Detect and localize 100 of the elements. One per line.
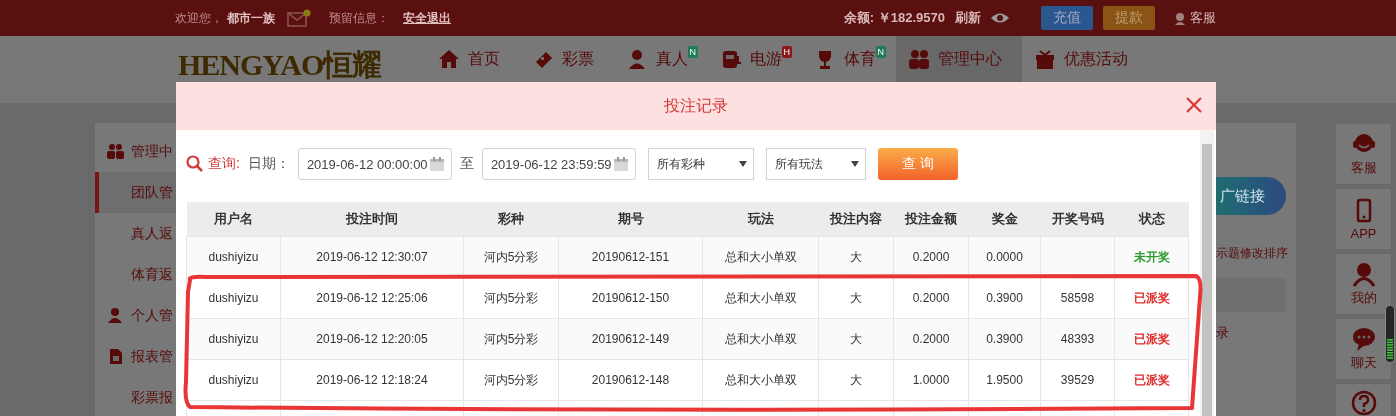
home-icon [438,48,460,70]
sidebar-header[interactable]: 个人管 [95,295,176,336]
sidebar-item[interactable]: 团队管 [95,172,176,213]
nav-item[interactable]: 优惠活动 [1022,36,1148,82]
sidebar-item[interactable]: 真人返 [95,213,176,254]
row-text: 录 [1216,324,1230,342]
column-header: 玩法 [702,202,819,237]
sidebar-header[interactable]: 管理中 [95,131,176,172]
nav-item[interactable]: 管理中心 [896,36,1022,82]
people-icon [107,143,124,160]
deposit-button[interactable]: 充值 [1041,6,1093,30]
column-header: 开奖号码 [1040,202,1115,237]
table-cell: 0.2000 [893,318,969,360]
table-cell: 20190612-151 [558,236,703,278]
logout-link[interactable]: 安全退出 [403,9,451,27]
table-cell: 2019-06-12 12:30:07 [280,236,464,278]
table-cell: 2019-06-12 12:18:24 [280,359,464,401]
people-icon [908,48,930,70]
table-cell: 总和大小单双 [702,277,819,319]
dialog-title: 投注记录 [664,95,728,116]
search-icon [186,155,204,173]
to-label: 至 [459,155,474,173]
status-text: 已派奖 [1133,331,1170,346]
calendar-icon [428,156,445,172]
table-cell: 河内5分彩 [463,277,559,319]
table-cell: 20190612-150 [558,277,703,319]
caret-icon [850,161,859,167]
sidebar-item[interactable]: 体育返 [95,254,176,295]
withdraw-button[interactable]: 提款 [1103,6,1155,30]
column-header: 奖金 [968,202,1041,237]
column-header: 用户名 [186,202,281,237]
table-cell: 39529 [1040,359,1115,401]
float-button[interactable]: 客服 [1335,123,1392,185]
status-text: 已派奖 [1133,290,1170,305]
user-icon [1350,261,1377,287]
query-button[interactable]: 查 询 [877,148,958,180]
hint-text: 示题修改排序 [1216,245,1289,262]
table-cell: 2019-06-12 12:25:06 [280,277,464,319]
badge: N [875,46,886,58]
help-icon [1350,390,1377,416]
person-icon [107,307,124,324]
mail-icon [287,9,311,27]
chat-icon [1350,326,1377,352]
gift-icon [1034,48,1056,70]
badge: H [781,46,792,58]
table-cell: 总和大小单双 [702,359,819,401]
table-cell: dushiyizu [186,277,281,319]
float-button[interactable]: APP [1335,188,1392,250]
sidebar-header[interactable]: 报表管 [95,336,176,377]
table-cell: dushiyizu [186,318,281,360]
table-cell: 总和大小单双 [702,318,819,360]
table-cell: 0.2000 [893,277,969,319]
close-icon[interactable] [1184,95,1204,115]
document-icon [107,348,124,365]
table-cell: 2019-06-12 12:20:05 [280,318,464,360]
arcade-icon [720,48,742,70]
help-button[interactable] [1335,383,1392,416]
logo[interactable]: HENGYAO恒耀 [178,48,388,82]
sidebar-item[interactable]: 彩票报 [95,377,176,416]
table-cell: 58598 [1040,277,1115,319]
nav-item[interactable]: 彩票 [520,36,614,82]
date-label: 日期： [247,155,290,173]
table-cell: 20190612-148 [558,359,703,401]
table-cell: 大 [818,359,894,401]
eye-icon[interactable] [991,12,1009,24]
column-header: 投注时间 [280,202,464,237]
person-icon [626,48,648,70]
caret-icon [738,161,747,167]
table-cell: dushiyizu [186,236,281,278]
query-label: 查询: [208,155,240,173]
table-cell: 河内5分彩 [463,318,559,360]
start-date-field[interactable]: 2019-06-12 00:00:00 [297,148,452,180]
status-text: 未开奖 [1133,249,1170,264]
column-header: 彩种 [463,202,559,237]
table-cell: dushiyizu [186,359,281,401]
lottery-dropdown[interactable]: 所有彩种 [647,148,754,180]
scrollbar-thumb[interactable] [1202,144,1212,416]
username: 都市一族 [227,9,275,27]
table-cell: 大 [818,318,894,360]
table-cell: 河内5分彩 [463,236,559,278]
link-button[interactable]: 广链接 [1216,177,1286,215]
table-cell: 1.9500 [968,359,1041,401]
nav-item[interactable]: 首页 [426,36,520,82]
table-cell: 0.3900 [968,318,1041,360]
badge: N [687,46,698,58]
table-cell: 河内5分彩 [463,359,559,401]
refresh-link[interactable]: 刷新 [955,9,981,27]
service-link[interactable]: 客服 [1173,9,1216,27]
welcome-text: 欢迎您， [175,9,223,27]
column-header: 投注内容 [818,202,894,237]
end-date-field[interactable]: 2019-06-12 23:59:59 [481,148,636,180]
scroll-gauge-icon [1385,305,1395,363]
table-cell: 大 [818,277,894,319]
float-button[interactable]: 聊天 [1335,318,1392,380]
play-dropdown[interactable]: 所有玩法 [765,148,866,180]
user-icon [1173,11,1187,25]
column-header: 期号 [558,202,703,237]
column-header: 投注金额 [893,202,969,237]
float-button[interactable]: 我的 [1335,253,1392,315]
column-header: 状态 [1114,202,1189,237]
